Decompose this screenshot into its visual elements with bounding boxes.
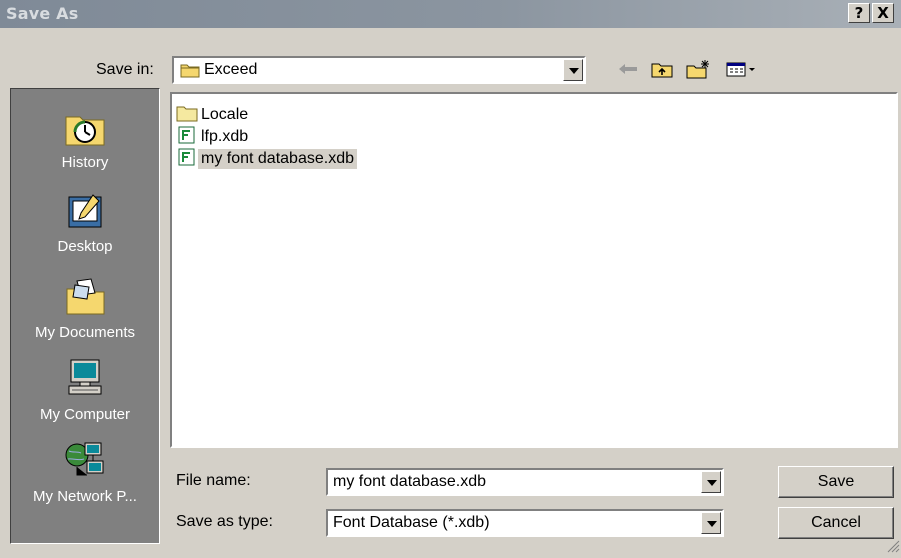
save-button[interactable]: Save <box>778 466 894 498</box>
place-label: Desktop <box>57 238 113 255</box>
cancel-button[interactable]: Cancel <box>778 507 894 539</box>
file-name: my font database.xdb <box>198 149 357 169</box>
file-name-dropdown-arrow[interactable] <box>701 471 721 493</box>
place-my-network-places[interactable]: My Network P... <box>11 439 159 505</box>
place-history[interactable]: History <box>11 107 159 171</box>
my-network-places-icon <box>11 439 159 486</box>
back-arrow-icon[interactable] <box>614 56 642 82</box>
folder-icon <box>176 104 198 127</box>
save-as-type-label: Save as type: <box>176 513 273 530</box>
xdb-file-icon <box>176 126 198 149</box>
file-list[interactable] <box>170 92 898 448</box>
history-icon <box>11 107 159 152</box>
file-name: lfp.xdb <box>201 128 249 145</box>
resize-grip-icon[interactable] <box>886 539 900 553</box>
up-one-level-icon[interactable] <box>648 56 676 82</box>
folder-icon <box>180 62 200 83</box>
my-documents-icon <box>11 277 159 322</box>
file-name-input[interactable]: my font database.xdb <box>326 468 724 496</box>
place-desktop[interactable]: Desktop <box>11 191 159 255</box>
desktop-icon <box>11 191 159 236</box>
list-item[interactable]: lfp.xdb <box>176 126 251 148</box>
create-new-folder-icon[interactable] <box>684 56 714 82</box>
save-in-dropdown-arrow[interactable] <box>563 59 583 81</box>
my-computer-icon <box>11 357 159 404</box>
view-menu-icon[interactable] <box>724 56 760 82</box>
save-in-combo[interactable]: Exceed <box>172 56 586 84</box>
window-title: Save As <box>6 4 79 23</box>
place-label: History <box>61 154 109 171</box>
close-button[interactable]: X <box>872 3 894 23</box>
place-label: My Computer <box>39 406 131 423</box>
save-as-type-value: Font Database (*.xdb) <box>333 514 490 531</box>
place-label: My Network P... <box>33 488 137 505</box>
save-as-type-dropdown-arrow[interactable] <box>701 512 721 534</box>
place-my-documents[interactable]: My Documents <box>11 277 159 341</box>
help-button[interactable]: ? <box>848 3 870 23</box>
save-as-type-select[interactable]: Font Database (*.xdb) <box>326 509 724 537</box>
file-name-value: my font database.xdb <box>333 473 486 490</box>
file-name: Locale <box>201 106 249 123</box>
list-item[interactable]: Locale <box>176 104 251 126</box>
save-in-label: Save in: <box>96 61 154 78</box>
save-in-value: Exceed <box>204 61 258 78</box>
place-label: My Documents <box>34 324 136 341</box>
title-bar: Save As ? X <box>0 0 901 28</box>
xdb-file-icon <box>176 148 198 171</box>
file-name-label: File name: <box>176 472 251 489</box>
list-item[interactable]: my font database.xdb <box>176 148 357 170</box>
places-bar: History Desktop My Documents My Computer… <box>10 88 160 544</box>
place-my-computer[interactable]: My Computer <box>11 357 159 423</box>
